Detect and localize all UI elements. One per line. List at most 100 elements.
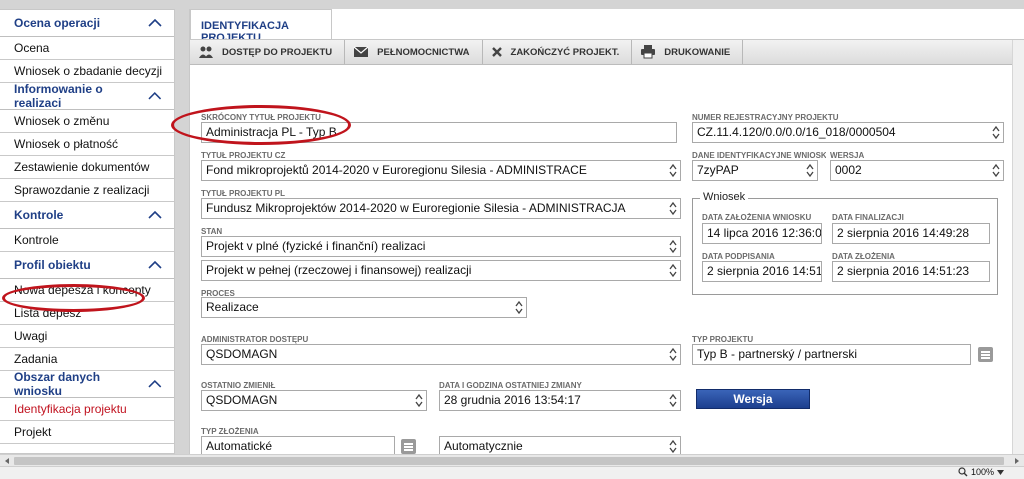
stan-cz-field[interactable]: Projekt v plné (fyzické i finanční) real… [201,236,681,257]
data-zmiany-field[interactable]: 28 grudnia 2016 13:54:17 [439,390,681,411]
button-label: DOSTĘP DO PROJEKTU [222,46,333,58]
spinner-icon [669,163,677,178]
wersja-field[interactable]: 0002 [830,160,1004,181]
sidebar-item-label: Uwagi [14,329,48,343]
vertical-scrollbar[interactable] [1012,40,1024,454]
sidebar-section-obszar-danych[interactable]: Obszar danych wniosku [0,370,174,398]
toolbar: DOSTĘP DO PROJEKTU PEŁNOMOCNICTWA ZAKOŃC… [190,40,1024,65]
spinner-icon [669,239,677,254]
sidebar-item-label: Projekt [14,425,52,439]
dane-identyfikacyjne-label: DANE IDENTYFIKACYJNE WNIOSKU (HASH) [692,151,826,160]
data-zalozenia-label: DATA ZAŁOŻENIA WNIOSKU [702,213,812,222]
spinner-icon [806,163,814,178]
field-value: 0002 [835,163,862,177]
stan-pl-field[interactable]: Projekt w pełnej (rzeczowej i finansowej… [201,260,681,281]
data-finalizacji-field[interactable]: 2 sierpnia 2016 14:49:28 [832,223,990,244]
sidebar-item-label: Identyfikacja projektu [14,402,127,416]
administrator-label: ADMINISTRATOR DOSTĘPU [201,335,309,344]
dane-identyfikacyjne-field[interactable]: 7zyPAP [692,160,818,181]
sidebar-section-informowanie[interactable]: Informowanie o realizaci [0,82,174,110]
sidebar-item-label: Zestawienie dokumentów [14,160,150,174]
data-zlozenia-label: DATA ZŁOŻENIA [832,252,895,261]
pelnomocnictwa-button[interactable]: PEŁNOMOCNICTWA [345,40,483,64]
chevron-up-icon [148,18,162,27]
sidebar-item-label: Wniosek o změnu [14,114,110,128]
administrator-field[interactable]: QSDOMAGN [201,344,681,365]
list-icon[interactable] [401,439,416,454]
tytul-pl-label: TYTUŁ PROJEKTU PL [201,189,286,198]
sidebar-item-projekt[interactable]: Projekt [0,421,174,444]
sidebar-section-profil-obiektu[interactable]: Profil obiektu [0,252,174,279]
sidebar-item-zestawienie-dokumentow[interactable]: Zestawienie dokumentów [0,156,174,179]
sidebar-item-kontrole[interactable]: Kontrole [0,229,174,252]
field-value: 7zyPAP [697,163,739,177]
annotation-ellipse-skrocony-tytul [171,105,351,145]
numer-rejestracyjny-label: NUMER REJESTRACYJNY PROJEKTU [692,113,839,122]
sidebar-item-zadania[interactable]: Zadania [0,348,174,371]
proces-field[interactable]: Realizace [201,297,527,318]
horizontal-scrollbar[interactable] [0,454,1024,466]
scroll-right-icon[interactable] [1013,457,1021,465]
numer-rejestracyjny-field[interactable]: CZ.11.4.120/0.0/0.0/16_018/0000504 [692,122,1004,143]
wersja-button[interactable]: Wersja [696,389,810,409]
spinner-icon [992,125,1000,140]
scroll-left-icon[interactable] [3,457,11,465]
wersja-label: WERSJA [830,151,865,160]
printer-icon [641,45,656,59]
section-title: Profil obiektu [14,258,91,272]
zoom-control[interactable]: 100% [958,467,1004,477]
ostatnio-zmienil-field[interactable]: QSDOMAGN [201,390,427,411]
spinner-icon [515,300,523,315]
sidebar-item-label: Wniosek o zbadanie decyzji [14,64,163,78]
sidebar-item-label: Wniosek o płatność [14,137,119,151]
tytul-pl-field[interactable]: Fundusz Mikroprojektów 2014-2020 w Euror… [201,198,681,219]
tab-identyfikacja-projektu[interactable]: IDENTYFIKACJA PROJEKTU [190,9,332,44]
typ-zlozenia-pl-field[interactable]: Automatycznie [439,436,681,454]
sidebar-item-sprawozdanie[interactable]: Sprawozdanie z realizacji [0,179,174,202]
typ-projektu-field[interactable]: Typ B - partnerský / partnerski [692,344,971,365]
sidebar-item-identyfikacja-projektu[interactable]: Identyfikacja projektu [0,398,174,421]
sidebar-section-ocena-operacji[interactable]: Ocena operacji [0,10,174,37]
field-value: Automatycznie [444,439,523,453]
spinner-icon [669,393,677,408]
status-bar: 100% [0,466,1024,479]
sidebar-item-wniosek-o-zmiane[interactable]: Wniosek o změnu [0,110,174,133]
chevron-up-icon [148,379,162,388]
data-zalozenia-field[interactable]: 14 lipca 2016 12:36:07 [702,223,822,244]
sidebar-item-uwagi[interactable]: Uwagi [0,325,174,348]
sidebar-item-label: Ocena [14,41,50,55]
ostatnio-zmienil-label: OSTATNIO ZMIENIŁ [201,381,276,390]
scroll-thumb[interactable] [14,457,1004,465]
typ-zlozenia-label: TYP ZŁOŻENIA [201,427,259,436]
field-value: Projekt v plné (fyzické i finanční) real… [206,239,426,253]
button-label: PEŁNOMOCNICTWA [377,46,470,58]
spinner-icon [669,347,677,362]
data-zmiany-label: DATA I GODZINA OSTATNIEJ ZMIANY [439,381,582,390]
sidebar-item-wniosek-o-platnosc[interactable]: Wniosek o płatność [0,133,174,156]
chevron-up-icon [148,260,162,269]
sidebar-item-wniosek-o-zbadanie-decyzji[interactable]: Wniosek o zbadanie decyzji [0,60,174,83]
field-value: Fond mikroprojektů 2014-2020 v Euroregio… [206,163,587,177]
button-label: ZAKOŃCZYĆ PROJEKT. [510,46,620,58]
close-icon [491,47,502,57]
data-zlozenia-field[interactable]: 2 sierpnia 2016 14:51:23 [832,261,990,282]
section-title: Ocena operacji [14,16,101,30]
sidebar-item-ocena[interactable]: Ocena [0,37,174,60]
tytul-cz-field[interactable]: Fond mikroprojektů 2014-2020 v Euroregio… [201,160,681,181]
chevron-down-icon [997,469,1004,475]
field-value: QSDOMAGN [206,347,278,361]
zakonczyc-projekt-button[interactable]: ZAKOŃCZYĆ PROJEKT. [483,40,633,64]
chevron-up-icon [148,92,162,100]
tytul-cz-label: TYTUŁ PROJEKTU CZ [201,151,286,160]
typ-projektu-label: TYP PROJEKTU [692,335,754,344]
data-podpisania-field[interactable]: 2 sierpnia 2016 14:51:23 [702,261,822,282]
dostep-do-projektu-button[interactable]: DOSTĘP DO PROJEKTU [190,40,346,64]
sidebar-section-kontrole[interactable]: Kontrole [0,202,174,229]
main-panel: IDENTYFIKACJA PROJEKTU DOSTĘP DO PROJEKT… [189,9,1024,454]
drukowanie-button[interactable]: DRUKOWANIE [632,40,744,64]
sidebar-item-label: Kontrole [14,233,59,247]
list-icon[interactable] [978,347,993,362]
field-value: Projekt w pełnej (rzeczowej i finansowej… [206,263,472,277]
sidebar-item-label: Zadania [14,352,58,366]
typ-zlozenia-cz-field[interactable]: Automatické [201,436,395,454]
